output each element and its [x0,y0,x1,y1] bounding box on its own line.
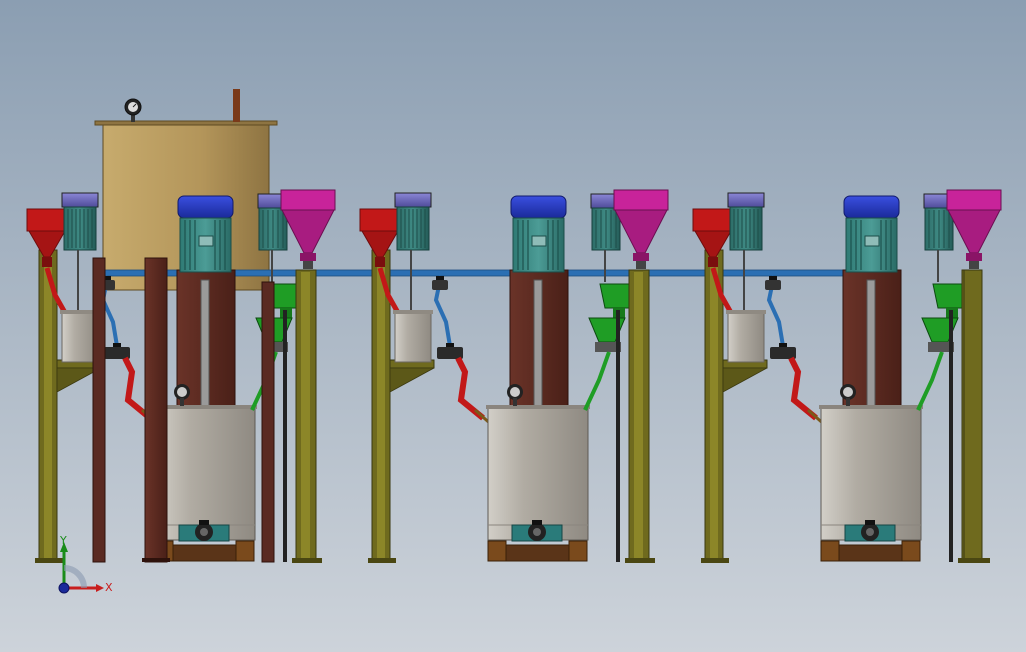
end-frame [960,269,990,563]
gauge-icon [124,98,142,122]
processing-unit [26,189,336,563]
processing-unit-2 [360,190,668,563]
main-motor [177,195,234,273]
x-axis-label: X [105,581,113,594]
cad-viewport[interactable]: Y X [0,0,1026,652]
main-tank [153,384,257,562]
left-support-frame [35,249,102,563]
magenta-hopper [280,189,336,269]
processing-unit-3 [693,190,1001,563]
valve-icon [104,343,130,359]
y-axis-label: Y [59,534,67,547]
cad-assembly-drawing[interactable]: Y X [0,0,1026,652]
